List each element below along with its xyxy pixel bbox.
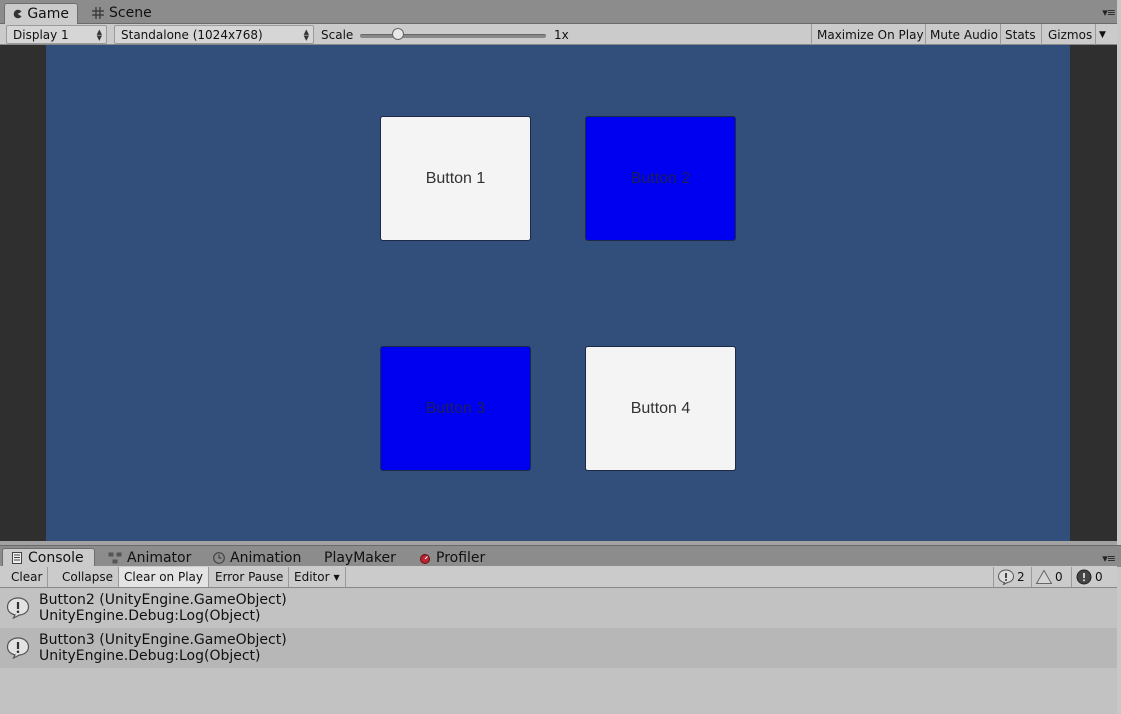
log-stacktrace: UnityEngine.Debug:Log(Object) bbox=[39, 648, 261, 664]
updown-arrows-icon: ▲ ▼ bbox=[303, 28, 309, 42]
display-dropdown-label: Display 1 bbox=[13, 27, 69, 42]
game-screen[interactable]: Button 1 Button 2 Button 3 Button 4 bbox=[46, 45, 1070, 541]
scale-slider-thumb[interactable] bbox=[392, 28, 404, 40]
tab-console-label: Console bbox=[28, 550, 84, 566]
log-entry[interactable]: Button3 (UnityEngine.GameObject) UnityEn… bbox=[0, 628, 1117, 668]
error-icon bbox=[1076, 569, 1092, 585]
tab-playmaker[interactable]: PlayMaker bbox=[316, 548, 404, 567]
pacman-icon bbox=[13, 9, 22, 19]
tab-playmaker-label: PlayMaker bbox=[324, 549, 396, 566]
log-message: Button3 (UnityEngine.GameObject) bbox=[39, 632, 287, 648]
editor-dropdown[interactable]: Editor ▼ bbox=[289, 567, 346, 587]
window-right-edge bbox=[1117, 0, 1121, 714]
game-toolbar: Display 1 ▲ ▼ Standalone (1024x768) ▲ ▼ Sc… bbox=[0, 24, 1121, 45]
tab-scene[interactable]: Scene bbox=[84, 3, 160, 23]
gizmos-button[interactable]: Gizmos bbox=[1048, 25, 1092, 44]
scale-slider-track[interactable] bbox=[360, 34, 546, 38]
clear-button[interactable]: Clear bbox=[6, 567, 49, 587]
info-count-toggle[interactable]: 2 bbox=[993, 567, 1028, 587]
log-message: Button2 (UnityEngine.GameObject) bbox=[39, 592, 287, 608]
profiler-icon bbox=[420, 553, 430, 564]
gizmos-dropdown-arrow-icon[interactable]: ▼ bbox=[1099, 25, 1106, 44]
info-bubble-icon bbox=[6, 597, 30, 619]
log-entry[interactable]: Button2 (UnityEngine.GameObject) UnityEn… bbox=[0, 588, 1117, 628]
clear-on-play-button[interactable]: Clear on Play bbox=[119, 567, 209, 587]
info-icon bbox=[997, 569, 1015, 585]
toolbar-divider bbox=[1041, 24, 1042, 45]
resolution-dropdown-label: Standalone (1024x768) bbox=[121, 27, 263, 42]
game-view: Button 1 Button 2 Button 3 Button 4 bbox=[0, 45, 1117, 541]
grid-icon bbox=[92, 7, 104, 19]
tab-profiler-label: Profiler bbox=[436, 549, 486, 566]
console-toolbar: Clear Collapse Clear on Play Error Pause… bbox=[0, 566, 1117, 588]
log-entry-text: Button3 (UnityEngine.GameObject) UnityEn… bbox=[39, 632, 287, 664]
stats-button[interactable]: Stats bbox=[1005, 25, 1036, 44]
mute-audio-button[interactable]: Mute Audio bbox=[930, 25, 998, 44]
tab-game[interactable]: Game bbox=[4, 3, 78, 24]
display-dropdown[interactable]: Display 1 ▲ ▼ bbox=[6, 25, 107, 44]
resolution-dropdown[interactable]: Standalone (1024x768) ▲ ▼ bbox=[114, 25, 314, 44]
animator-icon bbox=[108, 552, 122, 563]
scale-value: 1x bbox=[554, 27, 569, 42]
info-bubble-icon bbox=[6, 637, 30, 659]
warning-icon bbox=[1035, 569, 1053, 584]
console-tab-strip: Console Animator Animation PlayMaker Pro… bbox=[0, 545, 1121, 567]
toolbar-divider bbox=[1095, 24, 1096, 45]
tab-profiler[interactable]: Profiler bbox=[411, 548, 493, 567]
maximize-on-play-button[interactable]: Maximize On Play bbox=[817, 25, 924, 44]
tab-animation-label: Animation bbox=[230, 549, 302, 566]
log-empty-area bbox=[0, 668, 1117, 714]
game-button-4[interactable]: Button 4 bbox=[585, 346, 736, 471]
error-pause-button[interactable]: Error Pause bbox=[210, 567, 290, 587]
clock-icon bbox=[213, 551, 225, 564]
top-tab-strip: Game Scene ▾≡ bbox=[0, 0, 1121, 24]
warning-count: 0 bbox=[1055, 570, 1063, 584]
game-button-1[interactable]: Button 1 bbox=[380, 116, 531, 241]
game-button-2[interactable]: Button 2 bbox=[585, 116, 736, 241]
window-menu-icon[interactable]: ▾≡ bbox=[1102, 6, 1116, 19]
error-count: 0 bbox=[1095, 570, 1103, 584]
tab-animation[interactable]: Animation bbox=[205, 548, 309, 567]
warning-count-toggle[interactable]: 0 bbox=[1031, 567, 1066, 587]
toolbar-divider bbox=[925, 24, 926, 45]
log-stacktrace: UnityEngine.Debug:Log(Object) bbox=[39, 608, 261, 624]
tab-game-label: Game bbox=[27, 6, 69, 22]
tab-animator[interactable]: Animator bbox=[100, 548, 199, 567]
toolbar-divider bbox=[1000, 24, 1001, 45]
tab-animator-label: Animator bbox=[127, 549, 192, 566]
error-count-toggle[interactable]: 0 bbox=[1071, 567, 1106, 587]
tab-console[interactable]: Console bbox=[2, 548, 95, 567]
info-count: 2 bbox=[1017, 570, 1025, 584]
console-icon bbox=[12, 552, 22, 564]
toolbar-divider bbox=[811, 24, 812, 45]
console-window-menu-icon[interactable]: ▾≡ bbox=[1102, 552, 1116, 565]
game-button-3[interactable]: Button 3 bbox=[380, 346, 531, 471]
chevron-down-icon: ▼ bbox=[333, 572, 340, 582]
editor-dropdown-label: Editor bbox=[294, 570, 330, 584]
log-entry-text: Button2 (UnityEngine.GameObject) UnityEn… bbox=[39, 592, 287, 624]
tab-scene-label: Scene bbox=[109, 5, 152, 21]
scale-label: Scale bbox=[321, 27, 354, 42]
collapse-button[interactable]: Collapse bbox=[57, 567, 119, 587]
updown-arrows-icon: ▲ ▼ bbox=[96, 28, 102, 42]
